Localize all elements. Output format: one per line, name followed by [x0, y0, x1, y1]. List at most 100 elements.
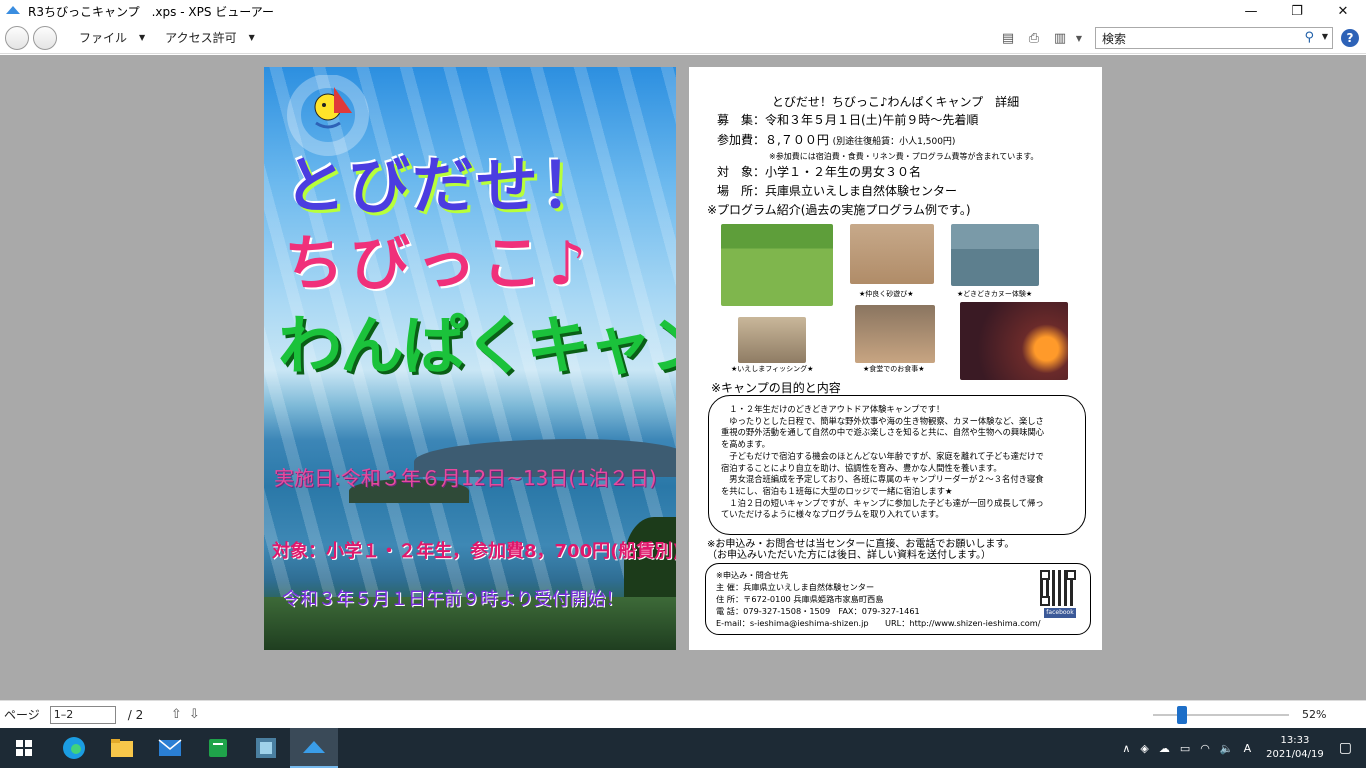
photo-canoe [951, 224, 1039, 286]
flyer-title-2: ちびっこ♪ [284, 229, 593, 299]
previous-page-icon[interactable]: ⇧ [167, 706, 185, 724]
search-placeholder: 検索 [1102, 31, 1127, 46]
back-button[interactable] [5, 25, 29, 50]
wifi-icon[interactable]: ◠ [1200, 742, 1210, 755]
fee-line: 参加費：８,７００円 (別途往復船賃：小人1,500円) [717, 131, 955, 148]
network-icon[interactable]: ◈ [1140, 742, 1148, 755]
close-button[interactable]: ✕ [1320, 0, 1366, 22]
battery-icon[interactable]: ▭ [1180, 742, 1190, 755]
caption-fishing: ★いえしまフィッシング★ [731, 365, 814, 373]
target-line: 対 象：小学１・２年生の男女３０名 [717, 165, 922, 179]
photos-taskbar-button[interactable] [242, 728, 290, 768]
contact-line: 住 所：〒672-0100 兵庫県姫路市家島町西島 [716, 594, 884, 604]
zoom-slider[interactable] [1153, 706, 1289, 724]
file-menu-label: ファイル [79, 31, 128, 45]
flyer-title-3: わんぱくキャンプ [278, 310, 676, 384]
purpose-line: 男女混合班編成を予定しており、各班に専属のキャンプリーダーが２～３名付き寝食 [721, 474, 1044, 485]
recruit-line: 募 集：令和３年５月１日(土)午前９時～先着順 [717, 113, 979, 127]
purpose-line: を高めます。 [721, 439, 770, 450]
purpose-line: １泊２日の短いキャンプですが、キャンプに参加した子ども達が一回り成長して帰っ [721, 497, 1044, 508]
cloud-icon[interactable]: ☁ [1159, 742, 1170, 755]
system-tray: ∧ ◈ ☁ ▭ ◠ 🔈 A 13:33 2021/04/19 ▢ [1117, 728, 1366, 768]
title-bar: R3ちびっこキャンプ .xps - XPS ビューアー — ❐ ✕ [0, 0, 1366, 22]
mail-icon [158, 739, 182, 756]
page-number-input[interactable]: 1–2 [49, 705, 116, 724]
xps-icon [303, 741, 325, 753]
contact-line: E-mail：s-ieshima@ieshima-shizen.jp URL：h… [716, 618, 1041, 628]
fee-text: 参加費：８,７００円 [717, 133, 829, 147]
windows-icon [16, 740, 32, 756]
file-menu[interactable]: ファイル ▼ [79, 29, 145, 46]
photo-meal [855, 305, 935, 363]
clock-time: 13:33 [1280, 735, 1310, 746]
contact-box: ※申込み・問合せ先 主 催：兵庫県立いえしま自然体験センター 住 所：〒672-… [705, 563, 1091, 635]
purpose-box: １・２年生だけのどきどきアウトドア体験キャンプです！ ゆったりとした日程で、簡単… [708, 395, 1086, 535]
mail-taskbar-button[interactable] [146, 728, 194, 768]
chevron-down-icon: ▼ [248, 33, 255, 42]
search-dropdown-icon[interactable]: ▼ [1322, 32, 1328, 41]
purpose-line: を共にし、宿泊も１班毎に大型のロッジで一緒に宿泊します★ [721, 485, 953, 496]
edge-icon [63, 737, 85, 759]
zoom-slider-thumb[interactable] [1177, 706, 1187, 724]
purpose-line: 子どもだけで宿泊する機会のほとんどない年齢ですが、家庭を離れて子ども達だけで [721, 450, 1044, 461]
next-page-icon[interactable]: ⇩ [185, 706, 203, 724]
xps-app-icon [6, 6, 20, 14]
outline-icon[interactable]: ▤ [995, 26, 1021, 50]
flyer-start: 令和３年５月１日午前９時より受付開始！ [282, 589, 624, 610]
app-icon [256, 738, 276, 758]
qr-code [1040, 570, 1076, 606]
window-title: R3ちびっこキャンプ .xps - XPS ビューアー [28, 4, 275, 19]
minimize-button[interactable]: — [1228, 0, 1274, 22]
page-total: / 2 [127, 707, 144, 722]
access-menu-label: アクセス許可 [165, 31, 237, 45]
maximize-button[interactable]: ❐ [1274, 0, 1320, 22]
qr-corner [1066, 570, 1076, 580]
status-bar: ページ 1–2 / 2 ⇧ ⇩ 52% [0, 700, 1366, 728]
flyer-target: 対象：小学１・２年生，参加費8，700円(船賃別) [272, 541, 676, 562]
apply-note: ※お申込み・お問合せは当センターに直接、お電話でお願いします。 （お申込みいただ… [707, 539, 1014, 561]
ime-icon[interactable]: A [1244, 742, 1252, 755]
view-dropdown-icon[interactable]: ▼ [1073, 26, 1085, 50]
flyer-title-1: とびだせ！ [284, 149, 605, 222]
toolbar: ファイル ▼ アクセス許可 ▼ ▤ ⎙ ▥ ▼ 検索 ⚲ ▼ ? [0, 22, 1366, 54]
fee-includes: ※参加費には宿泊費・食費・リネン費・プログラム費等が含まれています。 [769, 152, 1039, 161]
xps-viewer-taskbar-button[interactable] [290, 728, 338, 768]
details-title: とびだせ！ちびっこ♪わんぱくキャンプ 詳細 [771, 95, 1020, 109]
notification-icon[interactable]: ▢ [1339, 740, 1352, 756]
qr-corner [1040, 570, 1050, 580]
flyer-page: とびだせ！ ちびっこ♪ わんぱくキャンプ 実施日:令和３年６月12日~13日(1… [264, 67, 676, 650]
document-viewer[interactable]: とびだせ！ ちびっこ♪ わんぱくキャンプ 実施日:令和３年６月12日~13日(1… [0, 55, 1366, 700]
search-input[interactable]: 検索 ⚲ ▼ [1095, 27, 1333, 49]
view-icon[interactable]: ▥ [1047, 26, 1073, 50]
volume-icon[interactable]: 🔈 [1220, 742, 1234, 755]
page-label: ページ [4, 708, 40, 722]
flyer-date: 実施日:令和３年６月12日~13日(1泊２日) [274, 466, 657, 490]
help-icon[interactable]: ? [1341, 29, 1359, 47]
photo-campfire [960, 302, 1068, 380]
edge-taskbar-button[interactable] [50, 728, 98, 768]
apply-line-2: （お申込みいただいた方には後日、詳しい資料を送付します。） [707, 550, 991, 561]
access-menu[interactable]: アクセス許可 ▼ [165, 29, 255, 46]
photo-field-games [721, 224, 833, 306]
purpose-line: 重視の野外活動を通して自然の中で遊ぶ楽しさを知ると共に、自然や生物への興味関心 [721, 427, 1045, 438]
purpose-line: ゆったりとした日程で、簡単な野外炊事や海の生き物観察、カヌー体験など、楽しさ [721, 415, 1044, 426]
notes-icon [209, 739, 227, 757]
clock[interactable]: 13:33 2021/04/19 [1266, 734, 1324, 762]
print-icon[interactable]: ⎙ [1021, 26, 1047, 50]
taskbar: ∧ ◈ ☁ ▭ ◠ 🔈 A 13:33 2021/04/19 ▢ [0, 728, 1366, 768]
notes-taskbar-button[interactable] [194, 728, 242, 768]
forward-button[interactable] [33, 25, 57, 50]
zoom-level: 52% [1302, 708, 1327, 721]
contact-line: 電 話：079-327-1508・1509 FAX：079-327-1461 [716, 606, 920, 616]
chevron-up-icon[interactable]: ∧ [1122, 742, 1130, 755]
search-icon[interactable]: ⚲ [1304, 30, 1314, 45]
facebook-badge: facebook [1044, 608, 1076, 618]
details-page: とびだせ！ちびっこ♪わんぱくキャンプ 詳細 募 集：令和３年５月１日(土)午前９… [689, 67, 1102, 650]
caption-sand-play: ★仲良く砂遊び★ [859, 290, 914, 298]
explorer-taskbar-button[interactable] [98, 728, 146, 768]
purpose-line: 宿泊することにより自立を助け、協調性を育み、豊かな人間性を養います。 [721, 462, 1002, 473]
purpose-heading: ※キャンプの目的と内容 [711, 381, 841, 395]
qr-corner [1040, 596, 1050, 606]
photo-fishing [738, 317, 806, 363]
start-button[interactable] [0, 728, 48, 768]
